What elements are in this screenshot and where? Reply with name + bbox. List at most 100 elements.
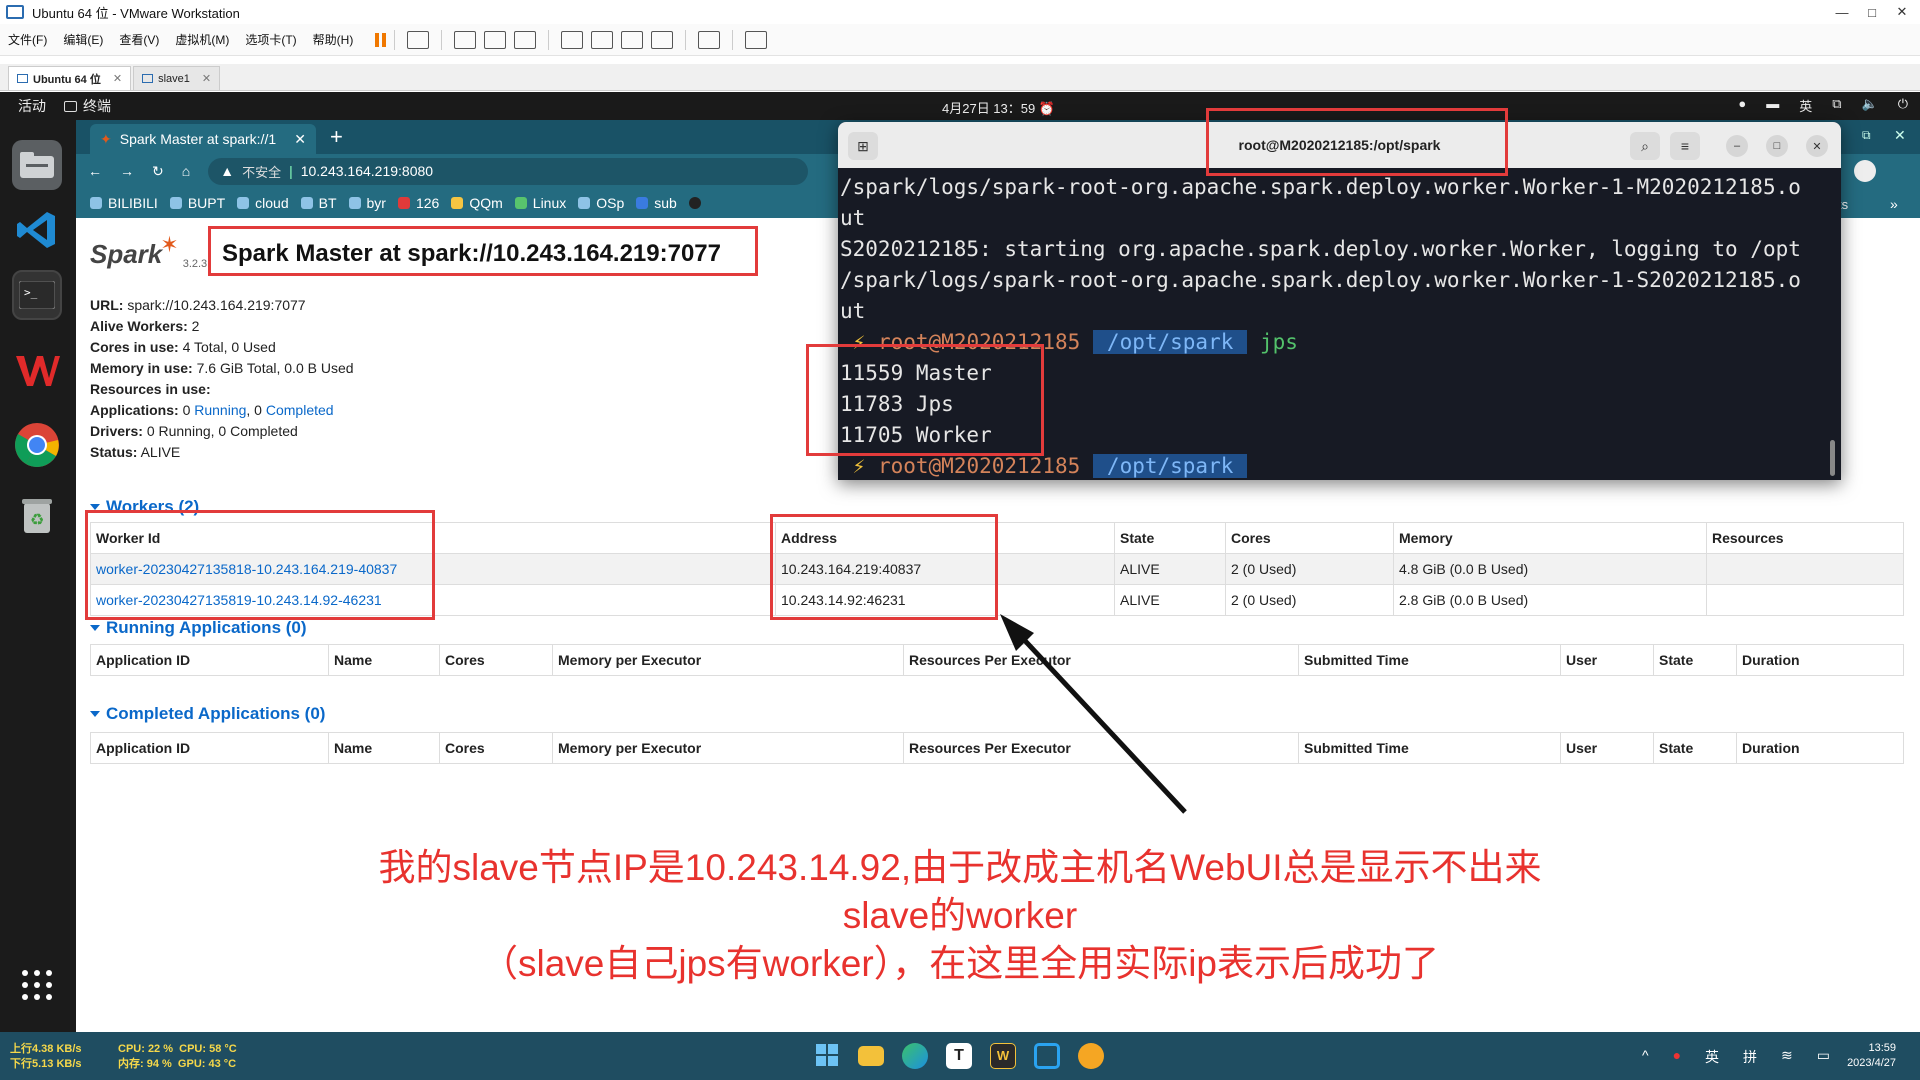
bookmark-qqm[interactable]: QQm [451,195,503,211]
menu-edit[interactable]: 编辑(E) [55,31,111,48]
bookmark-linux[interactable]: Linux [514,195,566,211]
wifi-icon[interactable]: ≋ [1781,1047,1793,1067]
menu-file[interactable]: 文件(F) [0,31,55,48]
menu-tabs[interactable]: 选项卡(T) [237,31,304,48]
show-apps-icon[interactable] [12,960,62,1010]
forward-icon[interactable]: → [120,163,134,179]
close-button[interactable]: ✕ [1890,4,1914,20]
col-state[interactable]: State [1653,732,1737,764]
chevron-right-icon[interactable]: » [1890,196,1898,212]
power-icon[interactable]: ⏻ [1898,96,1908,115]
address-bar[interactable]: ▲ 不安全 | 10.243.164.219:8080 [208,157,809,185]
browser-restore-icon[interactable]: ⧉ [1862,128,1871,143]
col-state[interactable]: State [1114,522,1226,554]
snapshot-manager-icon[interactable] [514,30,537,49]
console-view-icon[interactable] [698,30,721,49]
typora-icon[interactable]: T [946,1043,972,1069]
search-icon[interactable]: ⌕ [1630,132,1660,160]
network-icon[interactable]: ⧉ [1832,96,1841,115]
col-duration[interactable]: Duration [1736,732,1904,764]
col-memory[interactable]: Memory [1393,522,1707,554]
col-application-id[interactable]: Application ID [90,732,329,764]
menu-view[interactable]: 查看(V) [111,31,167,48]
fullscreen-icon[interactable] [621,30,644,49]
bookmark-sub[interactable]: sub [636,195,677,211]
col-state[interactable]: State [1653,644,1737,676]
github-icon[interactable] [688,197,701,209]
volume-icon[interactable]: 🔈 [1862,96,1878,115]
stretch-guest-icon[interactable] [745,30,768,49]
reload-icon[interactable]: ↻ [152,163,164,180]
revert-snapshot-icon[interactable] [484,30,507,49]
col-memory-per-executor[interactable]: Memory per Executor [552,732,904,764]
col-resources-per-executor[interactable]: Resources Per Executor [903,644,1299,676]
wps-icon[interactable]: W [990,1043,1016,1069]
pause-icon[interactable] [375,32,387,47]
vscode-icon[interactable] [12,205,62,255]
bookmark-bupt[interactable]: BUPT [169,195,225,211]
vm-tab-ubuntu[interactable]: Ubuntu 64 位 ✕ [8,66,132,90]
col-duration[interactable]: Duration [1736,644,1904,676]
chrome-icon[interactable] [12,420,62,470]
new-tab-button[interactable]: + [330,124,343,150]
menu-vm[interactable]: 虚拟机(M) [167,31,237,48]
maximize-button[interactable]: □ [1860,5,1884,20]
trash-icon[interactable]: ♻ [12,490,62,540]
running-apps-link[interactable]: Running [194,402,246,418]
clock[interactable]: 4月27日 13：59 ⏰ [942,98,1055,117]
col-user[interactable]: User [1560,644,1654,676]
home-icon[interactable]: ⌂ [182,163,190,179]
taskbar-clock[interactable]: 13:59 2023/4/27 [1847,1041,1896,1071]
col-resources-per-executor[interactable]: Resources Per Executor [903,732,1299,764]
terminal-scrollbar[interactable] [1830,440,1835,476]
bookmark-bilibili[interactable]: BILIBILI [90,195,158,211]
running-apps-section-toggle[interactable]: Running Applications (0) [90,618,307,638]
bookmark-126[interactable]: 126 [397,195,439,211]
bookmark-osp[interactable]: OSp [578,195,624,211]
vmware-taskbar-icon[interactable] [1034,1043,1060,1069]
col-application-id[interactable]: Application ID [90,644,329,676]
bookmark-cloud[interactable]: cloud [237,195,289,211]
col-cores[interactable]: Cores [439,732,553,764]
snapshot-icon[interactable] [454,30,477,49]
files-icon[interactable] [12,140,62,190]
tray-app-icon[interactable]: ● [1673,1047,1681,1067]
browser-tab-spark[interactable]: ✦ Spark Master at spark://1 ✕ [90,124,316,154]
ime-mode[interactable]: 拼 [1743,1047,1757,1067]
col-cores[interactable]: Cores [439,644,553,676]
windows-start-icon[interactable] [815,1043,841,1069]
completed-apps-link[interactable]: Completed [266,402,334,418]
profile-avatar[interactable] [1854,160,1876,182]
app-menu[interactable]: 终端 [64,96,111,116]
edge-icon[interactable] [902,1043,928,1069]
col-memory-per-executor[interactable]: Memory per Executor [552,644,904,676]
chrome-indicator-icon[interactable]: ● [1738,96,1746,115]
col-cores[interactable]: Cores [1225,522,1394,554]
bookmark-byr[interactable]: byr [348,195,386,211]
input-method-indicator[interactable]: 英 [1799,96,1812,115]
file-explorer-icon[interactable] [858,1046,884,1066]
back-icon[interactable]: ← [88,163,102,179]
col-name[interactable]: Name [328,732,440,764]
show-library-icon[interactable] [561,30,584,49]
chevron-up-icon[interactable]: ^ [1642,1047,1649,1067]
send-keys-icon[interactable] [407,30,430,49]
col-user[interactable]: User [1560,732,1654,764]
show-thumbnail-icon[interactable] [591,30,614,49]
col-submitted-time[interactable]: Submitted Time [1298,644,1561,676]
browser-close-icon[interactable]: ✕ [1894,127,1906,144]
close-tab-icon[interactable]: ✕ [113,72,122,85]
col-submitted-time[interactable]: Submitted Time [1298,732,1561,764]
wps-office-icon[interactable] [12,345,62,395]
close-tab-icon[interactable]: ✕ [202,72,211,85]
maximize-icon[interactable]: □ [1766,135,1788,157]
activities-button[interactable]: 活动 [0,96,64,116]
battery-icon[interactable]: ▭ [1817,1047,1830,1067]
hamburger-menu-icon[interactable]: ≡ [1670,132,1700,160]
col-resources[interactable]: Resources [1706,522,1904,554]
bookmark-bt[interactable]: BT [300,195,337,211]
keyboard-icon[interactable]: ▬ [1766,96,1779,115]
close-icon[interactable]: ✕ [1806,135,1828,157]
terminal-dock-icon[interactable]: >_ [12,270,62,320]
ime-indicator[interactable]: 英 [1705,1047,1719,1067]
